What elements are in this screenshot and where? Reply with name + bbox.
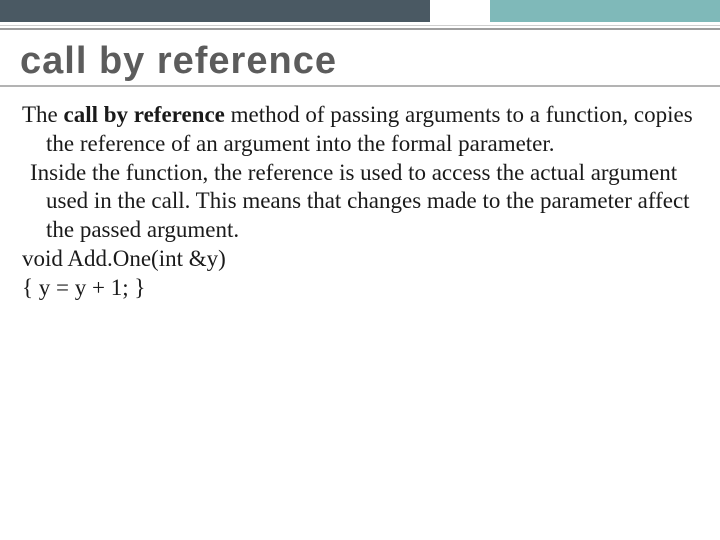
code-block: void Add.One(int &y) { y = y + 1; }: [22, 245, 698, 303]
header-segment-teal: [490, 0, 720, 22]
paragraph-2: Inside the function, the reference is us…: [22, 159, 698, 245]
title-underline: [0, 85, 720, 87]
p1-lead: The: [22, 102, 64, 127]
p1-bold-term: call by reference: [64, 102, 225, 127]
slide-body: The call by reference method of passing …: [0, 97, 720, 302]
code-line-2: { y = y + 1; }: [22, 274, 698, 303]
header-bar: [0, 0, 720, 34]
code-line-1: void Add.One(int &y): [22, 245, 698, 274]
header-segment-gap: [430, 0, 490, 22]
header-segment-dark: [0, 0, 430, 22]
header-medium-rule: [0, 28, 720, 30]
slide-title: call by reference: [0, 34, 720, 85]
header-thin-rule: [0, 25, 720, 26]
paragraph-1: The call by reference method of passing …: [22, 101, 698, 159]
